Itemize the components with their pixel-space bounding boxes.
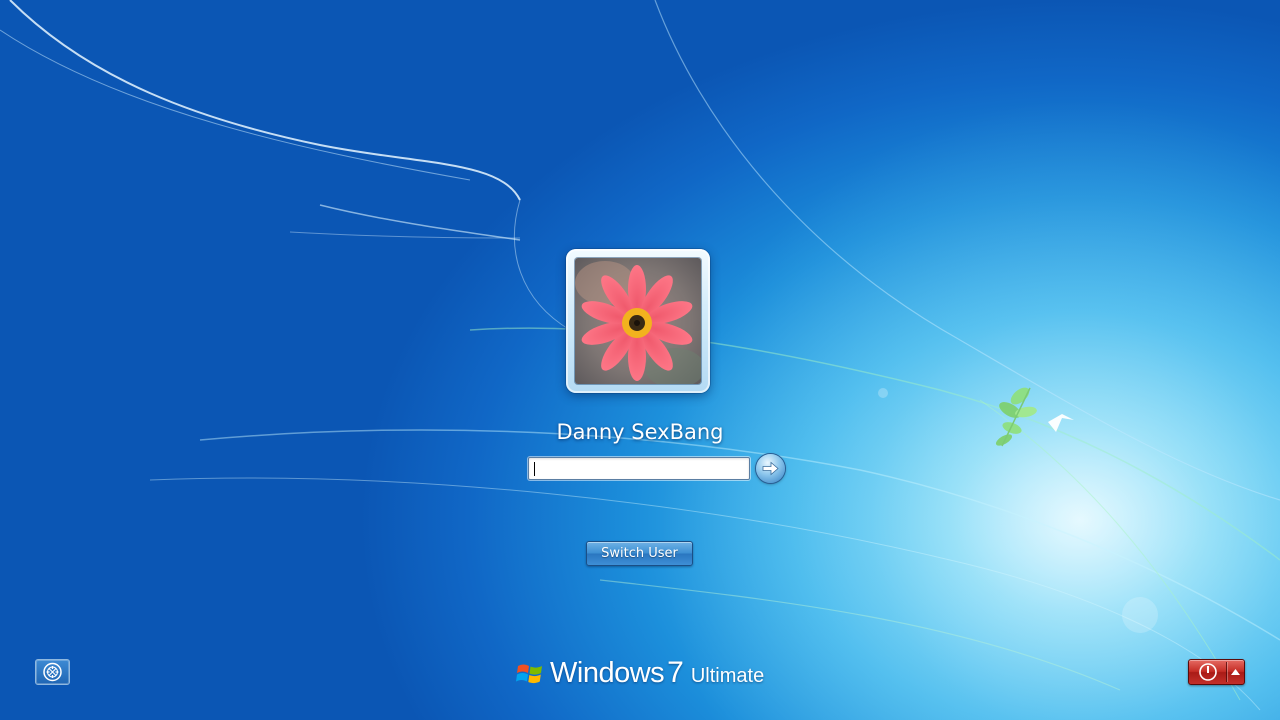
product-version: 7: [667, 656, 684, 689]
shutdown-control: [1188, 659, 1245, 685]
product-edition: Ultimate: [690, 665, 765, 687]
text-cursor: [534, 462, 535, 476]
user-name: Danny SexBang: [556, 420, 724, 444]
windows-flag-icon: [516, 664, 542, 684]
leaf-sprig: [995, 387, 1037, 447]
bird: [1048, 414, 1074, 432]
switch-user-button[interactable]: Switch User: [586, 541, 693, 566]
power-icon: [1199, 663, 1217, 681]
shutdown-button[interactable]: [1189, 660, 1226, 684]
triangle-up-icon: [1231, 669, 1240, 675]
arrow-right-icon: [762, 461, 779, 476]
user-tile[interactable]: [566, 249, 710, 393]
ease-of-access-button[interactable]: [35, 659, 70, 685]
product-name: Windows: [550, 657, 665, 689]
windows-branding: Windows 7 Ultimate: [516, 656, 764, 692]
password-input[interactable]: [528, 457, 750, 480]
shutdown-options-button[interactable]: [1227, 660, 1244, 684]
flower-avatar: [575, 258, 701, 384]
submit-button[interactable]: [756, 454, 785, 483]
ease-of-access-icon: [43, 662, 62, 682]
